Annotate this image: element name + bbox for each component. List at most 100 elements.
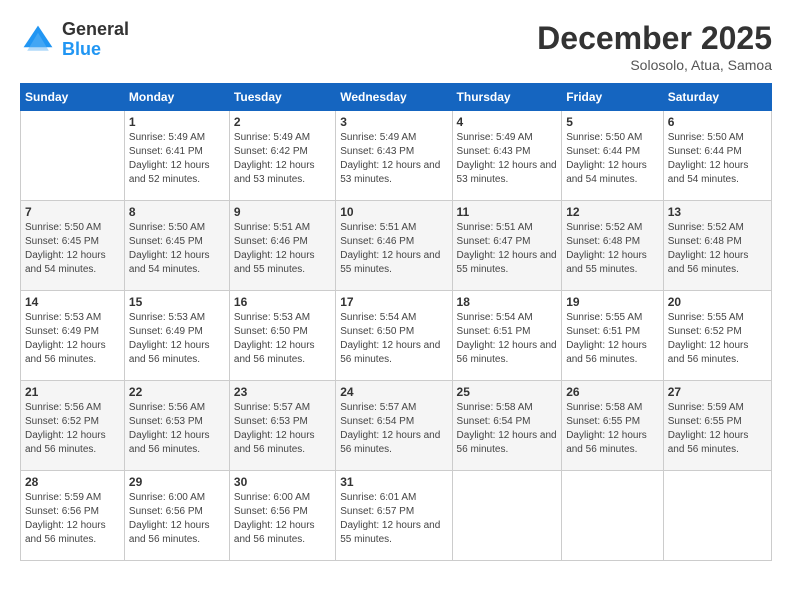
day-info: Sunrise: 5:53 AMSunset: 6:50 PMDaylight:… (234, 311, 331, 367)
day-number: 19 (566, 295, 659, 309)
day-number: 10 (340, 205, 447, 219)
day-number: 18 (457, 295, 558, 309)
day-info: Sunrise: 5:55 AMSunset: 6:52 PMDaylight:… (668, 311, 767, 367)
calendar-cell: 20 Sunrise: 5:55 AMSunset: 6:52 PMDayligh… (663, 291, 771, 381)
weekday-header-row: SundayMondayTuesdayWednesdayThursdayFrid… (21, 84, 772, 111)
day-info: Sunrise: 6:00 AMSunset: 6:56 PMDaylight:… (234, 491, 331, 547)
calendar-cell: 29 Sunrise: 6:00 AMSunset: 6:56 PMDayligh… (124, 471, 229, 561)
day-info: Sunrise: 5:50 AMSunset: 6:44 PMDaylight:… (566, 131, 659, 187)
day-number: 11 (457, 205, 558, 219)
day-info: Sunrise: 5:59 AMSunset: 6:56 PMDaylight:… (25, 491, 120, 547)
day-number: 3 (340, 115, 447, 129)
calendar-cell: 15 Sunrise: 5:53 AMSunset: 6:49 PMDayligh… (124, 291, 229, 381)
day-info: Sunrise: 5:51 AMSunset: 6:47 PMDaylight:… (457, 221, 558, 277)
calendar-cell: 14Sunrise: 5:53 AMSunset: 6:49 PMDayligh… (21, 291, 125, 381)
day-number: 25 (457, 385, 558, 399)
day-info: Sunrise: 5:54 AMSunset: 6:51 PMDaylight:… (457, 311, 558, 367)
logo: General Blue (20, 20, 129, 60)
day-info: Sunrise: 5:51 AMSunset: 6:46 PMDaylight:… (234, 221, 331, 277)
day-number: 13 (668, 205, 767, 219)
calendar-cell: 4 Sunrise: 5:49 AMSunset: 6:43 PMDaylight… (452, 111, 562, 201)
calendar-week-1: 1 Sunrise: 5:49 AMSunset: 6:41 PMDaylight… (21, 111, 772, 201)
day-number: 29 (129, 475, 225, 489)
calendar-cell (21, 111, 125, 201)
calendar-cell: 30Sunrise: 6:00 AMSunset: 6:56 PMDayligh… (229, 471, 335, 561)
weekday-header-sunday: Sunday (21, 84, 125, 111)
calendar-cell: 1 Sunrise: 5:49 AMSunset: 6:41 PMDaylight… (124, 111, 229, 201)
day-number: 15 (129, 295, 225, 309)
calendar-week-3: 14 Sunrise: 5:53 AMSunset: 6:49 PMDayligh… (21, 291, 772, 381)
calendar-cell: 5 Sunrise: 5:50 AMSunset: 6:44 PMDaylight… (562, 111, 664, 201)
day-info: Sunrise: 5:57 AMSunset: 6:53 PMDaylight:… (234, 401, 331, 457)
day-info: Sunrise: 5:49 AMSunset: 6:43 PMDaylight:… (457, 131, 558, 187)
day-number: 7 (25, 205, 120, 219)
calendar-cell: 21 Sunrise: 5:56 AMSunset: 6:52 PMDayligh… (21, 381, 125, 471)
calendar-cell: 7 Sunrise: 5:50 AMSunset: 6:45 PMDaylight… (21, 201, 125, 291)
calendar-cell: 12 Sunrise: 5:52 AMSunset: 6:48 PMDayligh… (562, 201, 664, 291)
calendar-week-5: 28 Sunrise: 5:59 AMSunset: 6:56 PMDayligh… (21, 471, 772, 561)
day-info: Sunrise: 5:52 AMSunset: 6:48 PMDaylight:… (668, 221, 767, 277)
weekday-header-friday: Friday (562, 84, 664, 111)
logo-icon (20, 22, 56, 58)
calendar-cell: 27 Sunrise: 5:59 AMSunset: 6:55 PMDayligh… (663, 381, 771, 471)
calendar-cell: 28 Sunrise: 5:59 AMSunset: 6:56 PMDayligh… (21, 471, 125, 561)
calendar-cell (452, 471, 562, 561)
day-info: Sunrise: 5:49 AMSunset: 6:43 PMDaylight:… (340, 131, 447, 187)
day-number: 26 (566, 385, 659, 399)
day-info: Sunrise: 6:01 AMSunset: 6:57 PMDaylight:… (340, 491, 447, 547)
calendar-cell: 2 Sunrise: 5:49 AMSunset: 6:42 PMDaylight… (229, 111, 335, 201)
day-info: Sunrise: 6:00 AMSunset: 6:56 PMDaylight:… (129, 491, 225, 547)
calendar-cell (663, 471, 771, 561)
calendar-cell: 10Sunrise: 5:51 AMSunset: 6:46 PMDayligh… (336, 201, 452, 291)
calendar-subtitle: Solosolo, Atua, Samoa (537, 57, 772, 73)
day-number: 21 (25, 385, 120, 399)
day-number: 16 (234, 295, 331, 309)
day-number: 5 (566, 115, 659, 129)
day-number: 20 (668, 295, 767, 309)
day-info: Sunrise: 5:55 AMSunset: 6:51 PMDaylight:… (566, 311, 659, 367)
day-number: 14 (25, 295, 120, 309)
calendar-cell: 3 Sunrise: 5:49 AMSunset: 6:43 PMDaylight… (336, 111, 452, 201)
title-block: December 2025 Solosolo, Atua, Samoa (537, 20, 772, 73)
calendar-cell: 8 Sunrise: 5:50 AMSunset: 6:45 PMDaylight… (124, 201, 229, 291)
day-info: Sunrise: 5:50 AMSunset: 6:45 PMDaylight:… (129, 221, 225, 277)
weekday-header-saturday: Saturday (663, 84, 771, 111)
day-number: 28 (25, 475, 120, 489)
calendar-cell: 19 Sunrise: 5:55 AMSunset: 6:51 PMDayligh… (562, 291, 664, 381)
day-number: 1 (129, 115, 225, 129)
day-info: Sunrise: 5:56 AMSunset: 6:52 PMDaylight:… (25, 401, 120, 457)
calendar-cell: 6 Sunrise: 5:50 AMSunset: 6:44 PMDaylight… (663, 111, 771, 201)
day-number: 8 (129, 205, 225, 219)
day-number: 4 (457, 115, 558, 129)
day-number: 6 (668, 115, 767, 129)
calendar-cell: 16 Sunrise: 5:53 AMSunset: 6:50 PMDayligh… (229, 291, 335, 381)
day-number: 23 (234, 385, 331, 399)
weekday-header-monday: Monday (124, 84, 229, 111)
day-number: 2 (234, 115, 331, 129)
day-info: Sunrise: 5:49 AMSunset: 6:42 PMDaylight:… (234, 131, 331, 187)
calendar-title: December 2025 (537, 20, 772, 57)
calendar-cell: 26Sunrise: 5:58 AMSunset: 6:55 PMDayligh… (562, 381, 664, 471)
day-info: Sunrise: 5:59 AMSunset: 6:55 PMDaylight:… (668, 401, 767, 457)
weekday-header-tuesday: Tuesday (229, 84, 335, 111)
day-number: 27 (668, 385, 767, 399)
day-info: Sunrise: 5:56 AMSunset: 6:53 PMDaylight:… (129, 401, 225, 457)
calendar-cell: 13 Sunrise: 5:52 AMSunset: 6:48 PMDayligh… (663, 201, 771, 291)
day-info: Sunrise: 5:50 AMSunset: 6:44 PMDaylight:… (668, 131, 767, 187)
day-number: 22 (129, 385, 225, 399)
day-info: Sunrise: 5:54 AMSunset: 6:50 PMDaylight:… (340, 311, 447, 367)
day-number: 24 (340, 385, 447, 399)
calendar-cell: 22 Sunrise: 5:56 AMSunset: 6:53 PMDayligh… (124, 381, 229, 471)
day-info: Sunrise: 5:53 AMSunset: 6:49 PMDaylight:… (129, 311, 225, 367)
day-info: Sunrise: 5:52 AMSunset: 6:48 PMDaylight:… (566, 221, 659, 277)
calendar-cell: 18 Sunrise: 5:54 AMSunset: 6:51 PMDayligh… (452, 291, 562, 381)
day-info: Sunrise: 5:49 AMSunset: 6:41 PMDaylight:… (129, 131, 225, 187)
day-number: 12 (566, 205, 659, 219)
logo-general: General (62, 19, 129, 39)
day-info: Sunrise: 5:50 AMSunset: 6:45 PMDaylight:… (25, 221, 120, 277)
logo-text: General Blue (62, 20, 129, 60)
calendar-cell: 9Sunrise: 5:51 AMSunset: 6:46 PMDaylight… (229, 201, 335, 291)
calendar-week-4: 21 Sunrise: 5:56 AMSunset: 6:52 PMDayligh… (21, 381, 772, 471)
weekday-header-thursday: Thursday (452, 84, 562, 111)
calendar-cell (562, 471, 664, 561)
